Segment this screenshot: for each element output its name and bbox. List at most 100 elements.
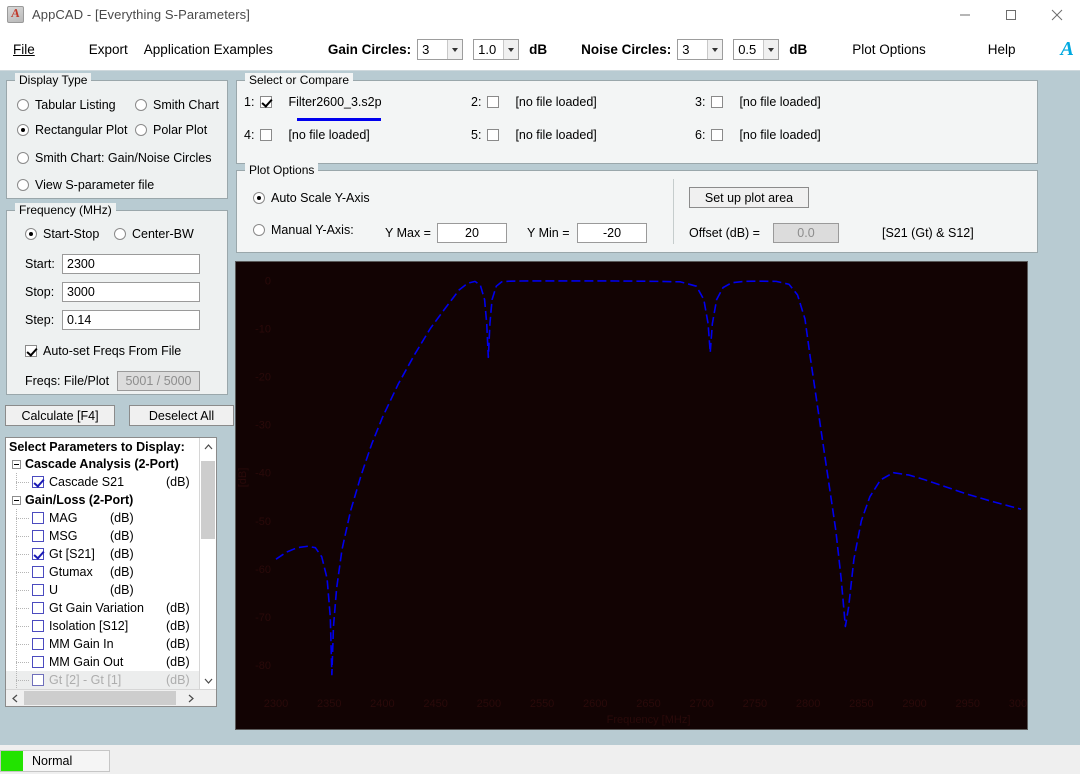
radio-start-stop[interactable]: Start-Stop <box>25 227 99 241</box>
radio-icon[interactable] <box>25 228 37 240</box>
svg-text:2450: 2450 <box>423 698 447 710</box>
checkbox-icon[interactable] <box>32 638 44 650</box>
chevron-down-icon[interactable] <box>763 40 779 59</box>
file-slot-2[interactable]: 2: [no file loaded] <box>471 95 597 109</box>
radio-rectangular-plot[interactable]: Rectangular Plot <box>17 123 127 137</box>
radio-view-s-parameter-file[interactable]: View S-parameter file <box>17 178 154 192</box>
checkbox-icon[interactable] <box>32 530 44 542</box>
deselect-all-button[interactable]: Deselect All <box>129 405 234 426</box>
radio-icon[interactable] <box>253 192 265 204</box>
radio-smith-chart[interactable]: Smith Chart <box>135 98 219 112</box>
radio-smith-chart-gain-noise-circles[interactable]: Smith Chart: Gain/Noise Circles <box>17 151 211 165</box>
chevron-down-icon[interactable] <box>200 672 216 689</box>
radio-icon[interactable] <box>114 228 126 240</box>
radio-auto-scale-y-axis[interactable]: Auto Scale Y-Axis <box>253 191 370 205</box>
parameters-tree[interactable]: Select Parameters to Display: Cascade An… <box>5 437 217 707</box>
collapse-icon[interactable] <box>12 459 21 469</box>
file-slot-6[interactable]: 6: [no file loaded] <box>695 128 821 142</box>
set-up-plot-area-button[interactable]: Set up plot area <box>689 187 809 208</box>
calculate-button[interactable]: Calculate [F4] <box>5 405 115 426</box>
menu-file[interactable]: File <box>8 42 40 57</box>
radio-icon[interactable] <box>17 99 29 111</box>
rectangular-plot[interactable]: 0 -10 -20 -30 -40 -50 -60 -70 -80 [dB] 2300 2350 240… <box>235 261 1028 730</box>
tree-item-cascade-s21[interactable]: Cascade S21 (dB) <box>6 473 216 491</box>
tree-item-mag[interactable]: MAG (dB) <box>6 509 216 527</box>
checkbox-icon[interactable] <box>32 656 44 668</box>
radio-icon[interactable] <box>135 99 147 111</box>
tree-connector <box>6 473 32 491</box>
ymin-input[interactable]: -20 <box>577 223 647 243</box>
menu-help[interactable]: Help <box>983 42 1021 57</box>
checkbox-icon[interactable] <box>32 620 44 632</box>
chevron-down-icon[interactable] <box>447 40 463 59</box>
chevron-right-icon[interactable] <box>182 690 199 706</box>
tree-item-mm-gain-out[interactable]: MM Gain Out (dB) <box>6 653 216 671</box>
start-input[interactable]: 2300 <box>62 254 200 274</box>
chevron-left-icon[interactable] <box>6 690 23 706</box>
radio-polar-plot[interactable]: Polar Plot <box>135 123 207 137</box>
menu-plot-options[interactable]: Plot Options <box>847 42 931 57</box>
checkbox-icon[interactable] <box>487 129 500 141</box>
gain-circles-count-combo[interactable]: 3 <box>417 39 464 60</box>
checkbox-icon[interactable] <box>711 129 724 141</box>
avago-logo-icon[interactable]: A <box>1061 38 1074 61</box>
checkbox-icon[interactable] <box>487 96 500 108</box>
file-slot-5[interactable]: 5: [no file loaded] <box>471 128 597 142</box>
menu-application-examples[interactable]: Application Examples <box>139 42 278 57</box>
checkbox-autoset-freqs[interactable]: Auto-set Freqs From File <box>25 344 181 358</box>
tree-group-gain-loss[interactable]: Gain/Loss (2-Port) <box>6 491 216 509</box>
radio-center-bw[interactable]: Center-BW <box>114 227 194 241</box>
tree-group-gain-loss-label: Gain/Loss (2-Port) <box>25 493 134 507</box>
tree-horizontal-scrollbar-thumb[interactable] <box>24 691 176 705</box>
tree-vertical-scrollbar[interactable] <box>199 438 216 689</box>
checkbox-icon[interactable] <box>32 584 44 596</box>
tree-item-msg[interactable]: MSG (dB) <box>6 527 216 545</box>
file-slot-1[interactable]: 1: Filter2600_3.s2p <box>244 95 382 109</box>
tree-horizontal-scrollbar[interactable] <box>6 689 216 706</box>
noise-circles-count-combo[interactable]: 3 <box>677 39 724 60</box>
radio-icon[interactable] <box>17 179 29 191</box>
checkbox-icon[interactable] <box>25 345 37 357</box>
step-input[interactable]: 0.14 <box>62 310 200 330</box>
checkbox-icon[interactable] <box>32 476 44 488</box>
gain-circles-step-combo[interactable]: 1.0 <box>473 39 520 60</box>
checkbox-icon[interactable] <box>711 96 724 108</box>
noise-circles-step-combo[interactable]: 0.5 <box>733 39 780 60</box>
checkbox-icon[interactable] <box>32 674 44 686</box>
file-slot-4[interactable]: 4: [no file loaded] <box>244 128 370 142</box>
stop-input[interactable]: 3000 <box>62 282 200 302</box>
close-button[interactable] <box>1034 0 1080 29</box>
radio-icon[interactable] <box>253 224 265 236</box>
tree-item-isolation-s12[interactable]: Isolation [S12] (dB) <box>6 617 216 635</box>
tree-vertical-scrollbar-thumb[interactable] <box>201 461 215 539</box>
menu-export[interactable]: Export <box>84 42 133 57</box>
chevron-down-icon[interactable] <box>503 40 519 59</box>
radio-icon[interactable] <box>17 124 29 136</box>
checkbox-icon[interactable] <box>260 129 273 141</box>
tree-item-gt-s21[interactable]: Gt [S21] (dB) <box>6 545 216 563</box>
tree-item-gt2-minus-gt1-label: Gt [2] - Gt [1] <box>49 673 122 687</box>
tree-item-gt2-minus-gt1[interactable]: Gt [2] - Gt [1] (dB) <box>6 671 216 689</box>
maximize-button[interactable] <box>988 0 1034 29</box>
checkbox-icon[interactable] <box>32 548 44 560</box>
tree-item-u[interactable]: U (dB) <box>6 581 216 599</box>
file-slot-6-name: [no file loaded] <box>739 128 821 142</box>
tree-item-mm-gain-in[interactable]: MM Gain In (dB) <box>6 635 216 653</box>
tree-item-gtumax[interactable]: Gtumax (dB) <box>6 563 216 581</box>
radio-icon[interactable] <box>17 152 29 164</box>
file-slot-3[interactable]: 3: [no file loaded] <box>695 95 821 109</box>
chevron-up-icon[interactable] <box>200 438 216 455</box>
minimize-button[interactable] <box>942 0 988 29</box>
ymax-input[interactable]: 20 <box>437 223 507 243</box>
tree-group-cascade-analysis[interactable]: Cascade Analysis (2-Port) <box>6 455 216 473</box>
checkbox-icon[interactable] <box>260 96 273 108</box>
radio-tabular-listing[interactable]: Tabular Listing <box>17 98 116 112</box>
radio-icon[interactable] <box>135 124 147 136</box>
tree-item-gt-gain-variation[interactable]: Gt Gain Variation (dB) <box>6 599 216 617</box>
checkbox-icon[interactable] <box>32 566 44 578</box>
checkbox-icon[interactable] <box>32 512 44 524</box>
radio-manual-y-axis[interactable]: Manual Y-Axis: <box>253 223 354 237</box>
chevron-down-icon[interactable] <box>707 40 723 59</box>
checkbox-icon[interactable] <box>32 602 44 614</box>
collapse-icon[interactable] <box>12 495 21 505</box>
